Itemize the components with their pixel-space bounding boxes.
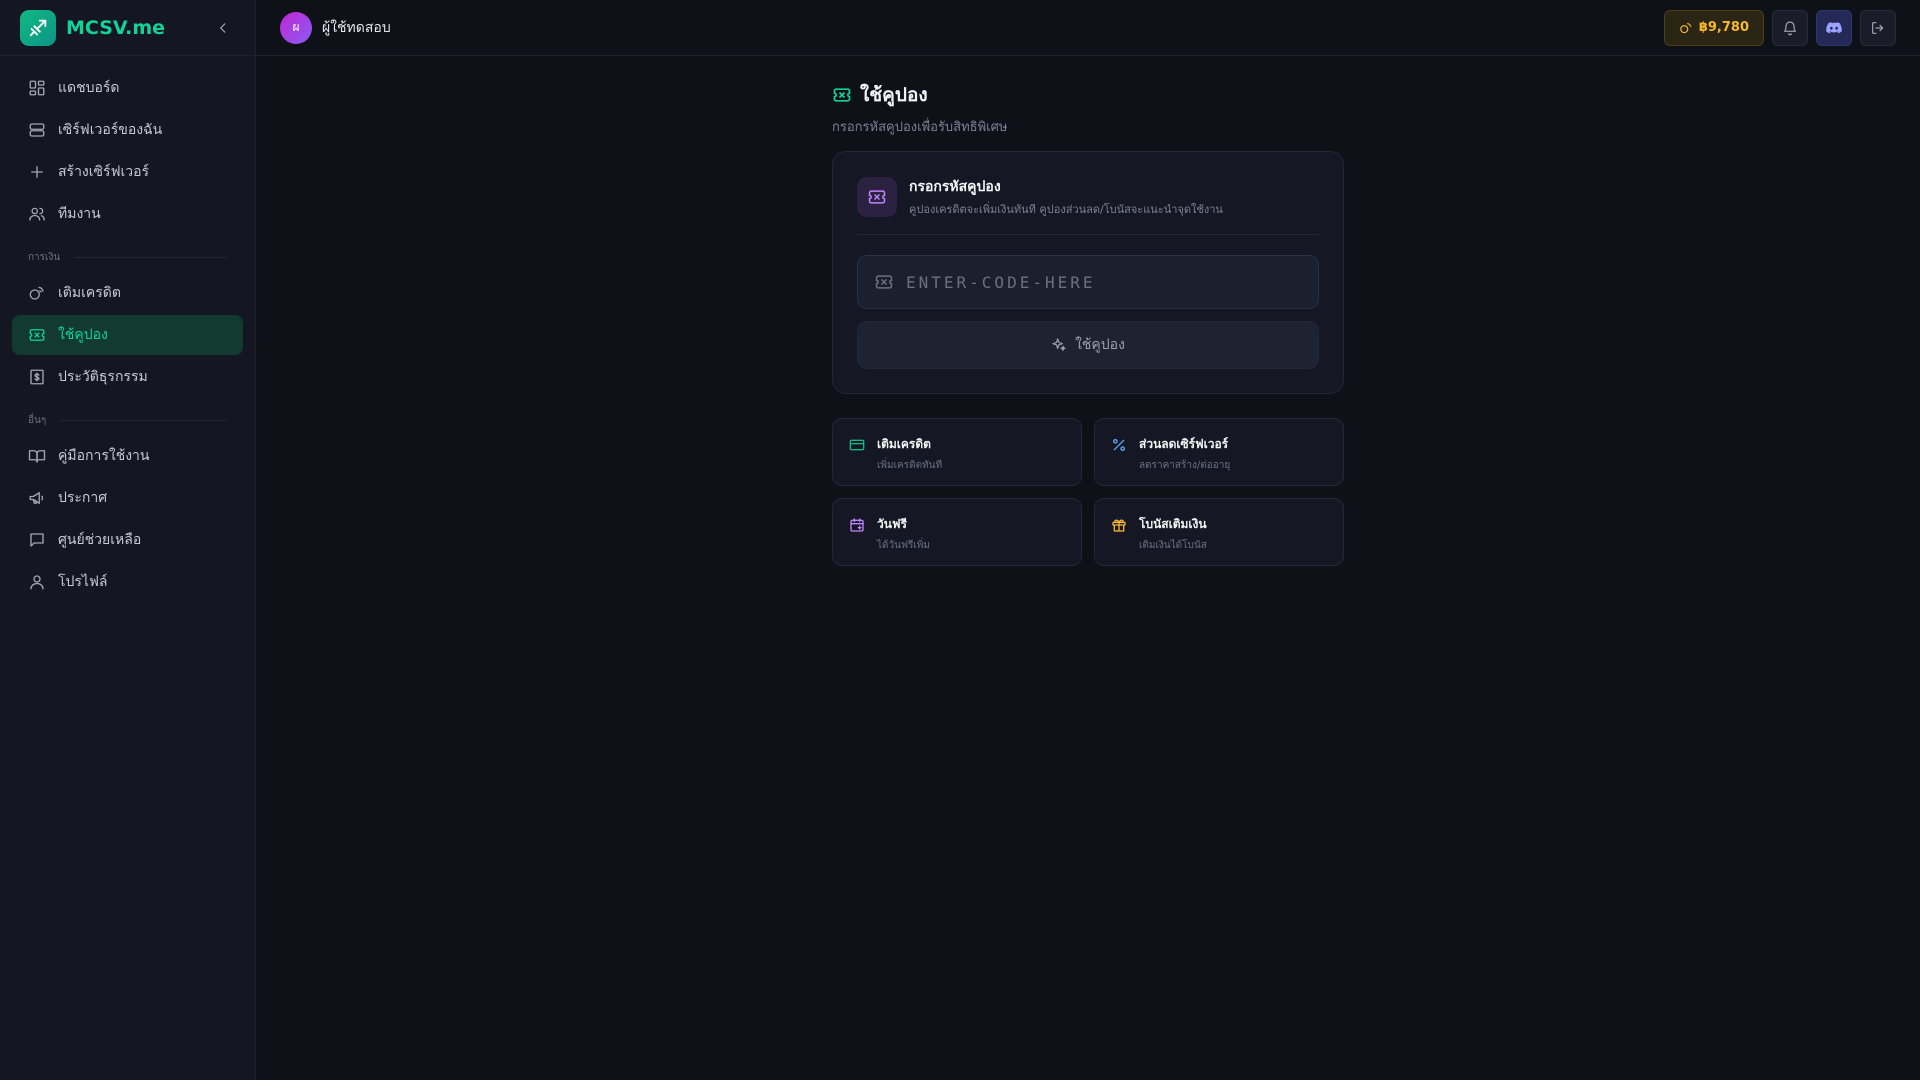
tile-desc: ลดราคาสร้าง/ต่ออายุ — [1139, 460, 1231, 471]
section-divider — [60, 420, 227, 421]
sidebar-item-guide[interactable]: คู่มือการใช้งาน — [12, 436, 243, 476]
collapse-sidebar-button[interactable] — [211, 16, 235, 40]
ticket-icon — [868, 190, 886, 204]
section-divider — [74, 257, 227, 258]
sidebar-item-label: ทีมงาน — [58, 206, 101, 222]
tile-title: เติมเครดิต — [877, 437, 931, 451]
avatar-initial: ผ — [292, 20, 300, 34]
sidebar-item-label: โปรไฟล์ — [58, 574, 108, 590]
sidebar-item-help-center[interactable]: ศูนย์ช่วยเหลือ — [12, 520, 243, 560]
sidebar-section-other: อื่นๆ — [12, 413, 243, 428]
sidebar-item-label: ศูนย์ช่วยเหลือ — [58, 532, 142, 548]
sidebar-item-transactions[interactable]: ประวัติธุรกรรม — [12, 357, 243, 397]
coupon-card-header: กรอกรหัสคูปอง คูปองเครดิตจะเพิ่มเงินทันท… — [857, 176, 1319, 235]
brand: MCSV.me — [0, 0, 255, 56]
coins-icon — [1679, 22, 1692, 33]
coupon-card-icon — [857, 177, 897, 217]
coupon-card-title: กรอกรหัสคูปอง — [909, 179, 1001, 195]
sparkles-icon — [1052, 338, 1066, 351]
avatar[interactable]: ผ — [280, 11, 312, 44]
page-title: ใช้คูปอง — [860, 84, 928, 106]
tile-desc: เติมเงินได้โบนัส — [1139, 540, 1207, 551]
coupon-card: กรอกรหัสคูปอง คูปองเครดิตจะเพิ่มเงินทันท… — [832, 151, 1344, 394]
sidebar: MCSV.me แดชบอร์ด เซิร์ฟเวอร์ของฉัน สร้าง… — [0, 0, 256, 1080]
sidebar-item-label: แดชบอร์ด — [58, 80, 120, 96]
ticket-icon — [29, 329, 45, 341]
server-icon — [29, 123, 45, 137]
brand-logo-icon[interactable] — [20, 9, 56, 46]
redeem-button-label: ใช้คูปอง — [1075, 337, 1125, 353]
sidebar-item-announcements[interactable]: ประกาศ — [12, 478, 243, 518]
top-header: ผ ผู้ใช้ทดสอบ ฿9,780 — [256, 0, 1920, 56]
ticket-icon — [833, 88, 851, 102]
megaphone-icon — [29, 492, 44, 504]
tile-title: วันฟรี — [877, 517, 907, 531]
calendar-icon — [850, 518, 864, 532]
credit-card-icon — [849, 439, 865, 451]
user-icon — [30, 575, 44, 590]
sidebar-item-dashboard[interactable]: แดชบอร์ด — [12, 68, 243, 108]
section-label: การเงิน — [28, 252, 61, 263]
credit-balance-badge[interactable]: ฿9,780 — [1663, 9, 1764, 46]
sidebar-item-topup[interactable]: เติมเครดิต — [12, 273, 243, 313]
credit-balance: ฿9,780 — [1698, 20, 1749, 35]
book-icon — [28, 450, 46, 463]
coupon-card-description: คูปองเครดิตจะเพิ่มเงินทันที คูปองส่วนลด/… — [909, 203, 1223, 216]
discord-button[interactable] — [1816, 9, 1852, 46]
plus-icon — [31, 166, 43, 178]
sidebar-item-my-servers[interactable]: เซิร์ฟเวอร์ของฉัน — [12, 110, 243, 150]
sidebar-item-label: ใช้คูปอง — [58, 327, 108, 343]
bell-icon — [1784, 20, 1796, 35]
message-icon — [30, 533, 44, 547]
logout-icon — [1872, 21, 1884, 34]
section-label: อื่นๆ — [28, 415, 47, 426]
sidebar-nav: แดชบอร์ด เซิร์ฟเวอร์ของฉัน สร้างเซิร์ฟเว… — [0, 56, 255, 616]
sidebar-item-label: ประกาศ — [58, 490, 108, 506]
sidebar-item-label: สร้างเซิร์ฟเวอร์ — [58, 164, 150, 180]
receipt-icon — [30, 369, 44, 385]
users-icon — [29, 207, 45, 221]
tile-title: โบนัสเติมเงิน — [1139, 517, 1207, 531]
tile-topup-credit[interactable]: เติมเครดิต เพิ่มเครดิตทันที — [832, 418, 1082, 486]
grid-icon — [29, 80, 45, 96]
notifications-button[interactable] — [1772, 9, 1808, 46]
username[interactable]: ผู้ใช้ทดสอบ — [322, 17, 391, 39]
coupon-code-input[interactable] — [906, 272, 1302, 292]
coins-icon — [29, 286, 44, 300]
tile-free-days[interactable]: วันฟรี ได้วันฟรีเพิ่ม — [832, 498, 1082, 566]
tile-topup-bonus[interactable]: โบนัสเติมเงิน เติมเงินได้โบนัส — [1094, 498, 1344, 566]
main-content: ใช้คูปอง กรอกรหัสคูปองเพื่อรับสิทธิพิเศษ… — [832, 80, 1344, 566]
sidebar-item-profile[interactable]: โปรไฟล์ — [12, 562, 243, 602]
sidebar-item-create-server[interactable]: สร้างเซิร์ฟเวอร์ — [12, 152, 243, 192]
tile-server-discount[interactable]: ส่วนลดเซิร์ฟเวอร์ ลดราคาสร้าง/ต่ออายุ — [1094, 418, 1344, 486]
chevron-left-icon — [219, 22, 226, 33]
page-subtitle: กรอกรหัสคูปองเพื่อรับสิทธิพิเศษ — [832, 120, 1008, 135]
brand-name[interactable]: MCSV.me — [66, 17, 165, 39]
redeem-coupon-button[interactable]: ใช้คูปอง — [857, 321, 1319, 369]
sidebar-item-coupon[interactable]: ใช้คูปอง — [12, 315, 243, 355]
page-title-row: ใช้คูปอง — [832, 80, 1344, 110]
ticket-icon — [875, 275, 893, 289]
coupon-code-field[interactable] — [857, 255, 1319, 309]
sidebar-item-label: เซิร์ฟเวอร์ของฉัน — [58, 122, 163, 138]
sidebar-section-finance: การเงิน — [12, 250, 243, 265]
gift-icon — [1112, 519, 1126, 532]
tile-title: ส่วนลดเซิร์ฟเวอร์ — [1139, 437, 1229, 451]
sidebar-item-label: คู่มือการใช้งาน — [58, 448, 150, 464]
tile-desc: ได้วันฟรีเพิ่ม — [877, 540, 931, 551]
discord-icon — [1826, 21, 1842, 33]
percent-icon — [1113, 439, 1125, 451]
header-actions: ฿9,780 — [1663, 9, 1896, 46]
sidebar-item-label: ประวัติธุรกรรม — [58, 369, 148, 385]
coupon-types-grid: เติมเครดิต เพิ่มเครดิตทันที ส่วนลดเซิร์ฟ… — [832, 418, 1344, 566]
sidebar-item-team[interactable]: ทีมงาน — [12, 194, 243, 234]
sidebar-item-label: เติมเครดิต — [58, 285, 121, 301]
tile-desc: เพิ่มเครดิตทันที — [877, 460, 943, 471]
logout-button[interactable] — [1860, 9, 1896, 46]
